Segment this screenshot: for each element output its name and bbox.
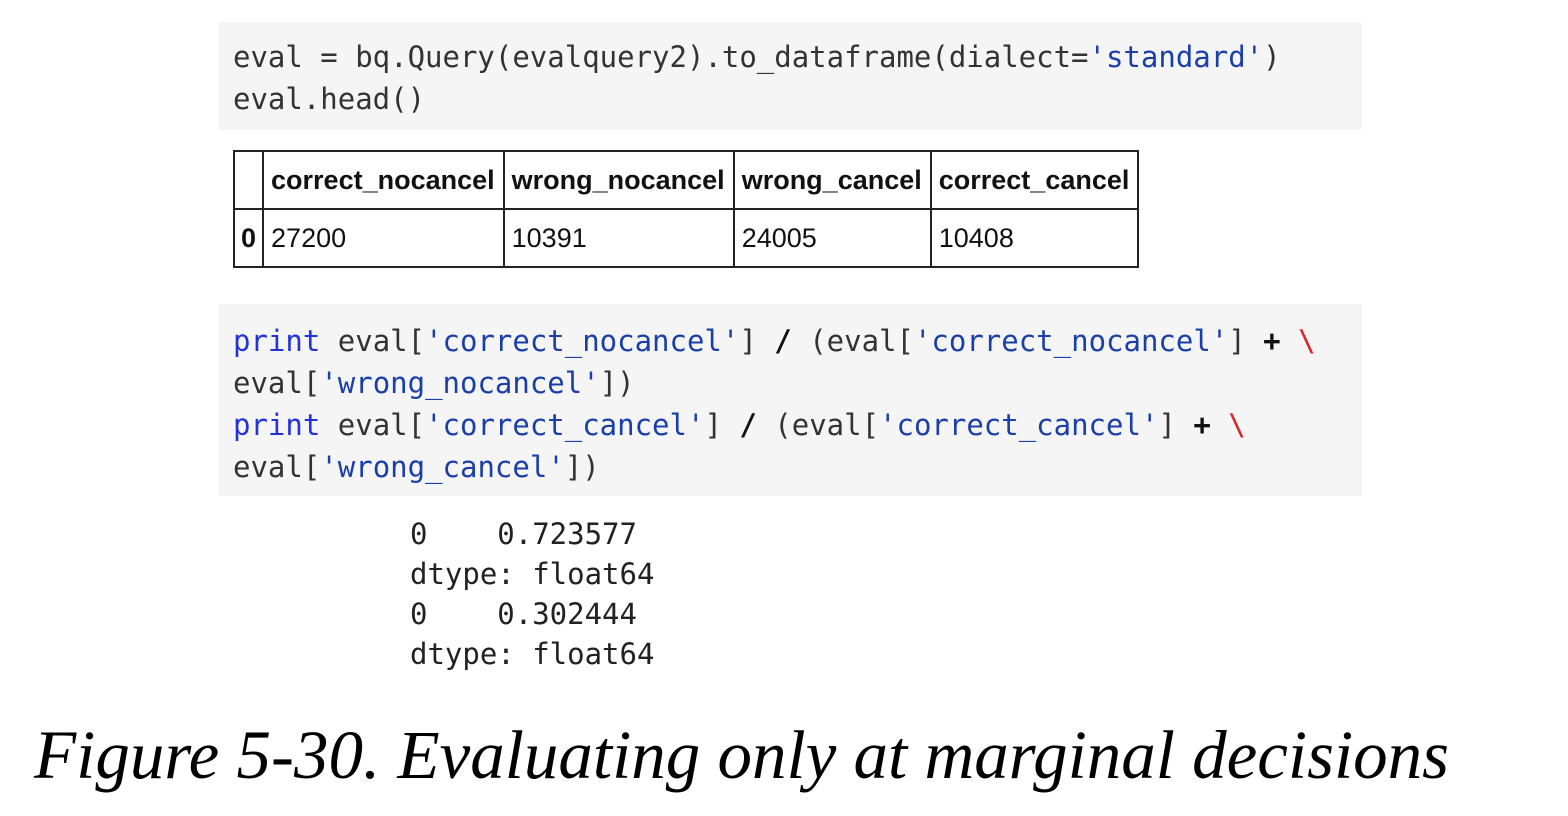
table-cell: 10391 [502, 208, 735, 268]
code-text: ] [1158, 408, 1194, 442]
code-text: (eval[ [791, 324, 914, 358]
code-string: 'correct_cancel' [425, 408, 705, 442]
code-keyword: print [233, 408, 321, 442]
code-string: 'wrong_cancel' [320, 450, 565, 484]
code-text: ]) [599, 366, 635, 400]
code-cell-query[interactable]: eval = bq.Query(evalquery2).to_dataframe… [219, 22, 1362, 130]
code-operator: / [739, 408, 757, 442]
table-header [232, 150, 265, 210]
table-cell: 24005 [732, 208, 932, 268]
code-text: eval = bq.Query(evalquery2).to_dataframe… [233, 40, 1089, 74]
figure-caption: Figure 5-30. Evaluating only at marginal… [34, 717, 1449, 793]
code-text: eval.head() [233, 82, 426, 116]
dataframe-table: correct_nocancel wrong_nocancel wrong_ca… [232, 150, 1140, 268]
cell-output: 0 0.723577 dtype: float64 0 0.302444 dtype:… [410, 514, 654, 674]
table-cell: 10408 [929, 208, 1140, 268]
code-text: eval[ [320, 408, 426, 442]
code-operator: + [1193, 408, 1211, 442]
code-text: eval[ [233, 366, 321, 400]
code-text: ] [704, 408, 740, 442]
code-text: eval[ [233, 450, 321, 484]
table-header: wrong_nocancel [502, 150, 735, 210]
table-header: wrong_cancel [732, 150, 932, 210]
code-string: 'correct_nocancel' [425, 324, 740, 358]
output-line: dtype: float64 [410, 557, 655, 591]
code-string: 'correct_nocancel' [913, 324, 1229, 358]
code-keyword: print [233, 324, 321, 358]
code-text: ] [739, 324, 775, 358]
code-cell-print[interactable]: print eval['correct_nocancel'] / (eval['… [219, 304, 1362, 496]
code-text: (eval[ [756, 408, 880, 442]
code-string: 'correct_cancel' [879, 408, 1159, 442]
output-line: 0 0.723577 [410, 517, 637, 551]
row-index: 0 [232, 208, 265, 268]
code-operator: + [1263, 324, 1281, 358]
table-cell: 27200 [262, 208, 505, 268]
code-text: eval[ [320, 324, 426, 358]
code-operator: / [774, 324, 792, 358]
table-header: correct_nocancel [262, 150, 505, 210]
table-header: correct_cancel [929, 150, 1140, 210]
table-row: 0 27200 10391 24005 10408 [232, 208, 1140, 268]
output-line: dtype: float64 [410, 637, 655, 671]
code-line-continuation: \ [1228, 408, 1246, 442]
code-line-continuation: \ [1298, 324, 1316, 358]
code-string: 'standard' [1088, 40, 1264, 74]
output-line: 0 0.302444 [410, 597, 637, 631]
table-header-row: correct_nocancel wrong_nocancel wrong_ca… [232, 150, 1140, 210]
code-text: ) [1263, 40, 1281, 74]
code-text: ] [1228, 324, 1264, 358]
code-text: ]) [564, 450, 600, 484]
code-string: 'wrong_nocancel' [320, 366, 600, 400]
